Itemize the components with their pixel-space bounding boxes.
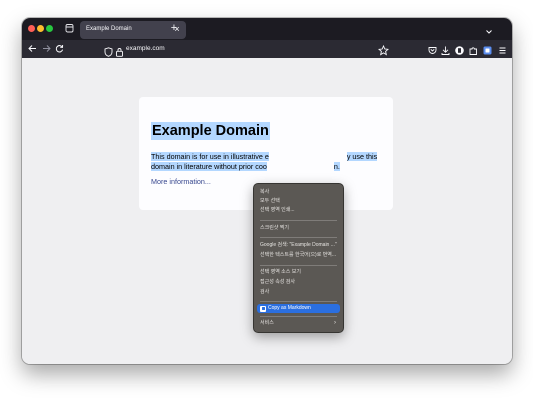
menu-hamburger-icon[interactable] bbox=[497, 43, 508, 54]
menu-item-print-selection[interactable]: 선택 영역 인쇄... bbox=[257, 206, 340, 215]
menu-item-label: 선택 영역 소스 보기 bbox=[260, 269, 301, 275]
address-bar[interactable]: example.com bbox=[100, 42, 395, 57]
window-maximize-button[interactable] bbox=[46, 25, 53, 32]
menu-item-label: 선택한 텍스트를 한국어(으)로 번역... bbox=[260, 252, 337, 258]
extensions-puzzle-icon[interactable] bbox=[468, 43, 479, 55]
markdown-extension-icon bbox=[260, 305, 266, 312]
menu-item-label: 서비스 bbox=[260, 320, 274, 326]
menu-item-translate[interactable]: 선택한 텍스트를 한국어(으)로 번역... bbox=[257, 251, 340, 260]
page-paragraph: This domain is for use in illustrative e… bbox=[151, 152, 381, 172]
menu-separator bbox=[260, 316, 337, 317]
copy-as-markdown-extension-icon[interactable] bbox=[482, 43, 493, 55]
menu-item-copy[interactable]: 복사 bbox=[257, 188, 340, 197]
more-information-link[interactable]: More information... bbox=[151, 177, 211, 187]
menu-item-label: 선택 영역 인쇄... bbox=[260, 207, 295, 213]
menu-separator bbox=[260, 301, 337, 302]
context-menu: 복사 모두 선택 선택 영역 인쇄... 스크린샷 찍기 Google 검색: … bbox=[253, 183, 344, 333]
menu-item-services[interactable]: 서비스 › bbox=[257, 319, 340, 328]
menu-item-screenshot[interactable]: 스크린샷 찍기 bbox=[257, 224, 340, 233]
bookmark-star-icon[interactable] bbox=[377, 43, 390, 56]
menu-item-label: Google 검색: "Example Domain ..." bbox=[260, 242, 337, 248]
tab-bar: Example Domain × + bbox=[22, 18, 512, 40]
menu-item-select-all[interactable]: 모두 선택 bbox=[257, 197, 340, 206]
menu-item-copy-as-markdown[interactable]: Copy as Markdown bbox=[257, 304, 340, 313]
menu-separator bbox=[260, 220, 337, 221]
menu-item-inspect[interactable]: 검사 bbox=[257, 288, 340, 297]
menu-item-label: 검사 bbox=[260, 289, 270, 295]
tab-overview-icon[interactable] bbox=[65, 23, 75, 34]
window-minimize-button[interactable] bbox=[37, 25, 44, 32]
paragraph-text-start: This domain is for use in illustrative e bbox=[151, 152, 269, 161]
menu-separator bbox=[260, 265, 337, 266]
paragraph-line2-start: domain in literature without prior coo bbox=[151, 162, 267, 171]
url-text: example.com bbox=[126, 45, 165, 52]
tracking-shield-icon[interactable] bbox=[104, 44, 113, 57]
navigation-toolbar: example.com bbox=[22, 40, 512, 58]
new-tab-button[interactable]: + bbox=[168, 22, 180, 35]
menu-item-label: 모두 선택 bbox=[260, 198, 280, 204]
extension-badge-icon[interactable] bbox=[454, 43, 465, 55]
web-content-area: Example Domain This domain is for use in… bbox=[22, 58, 512, 364]
menu-item-label: 접근성 속성 검사 bbox=[260, 279, 295, 285]
tab-list-chevron-down-icon[interactable] bbox=[484, 24, 494, 34]
browser-window: Example Domain × + example.com Example D… bbox=[22, 18, 512, 364]
menu-separator bbox=[260, 237, 337, 238]
menu-item-google-search[interactable]: Google 검색: "Example Domain ..." bbox=[257, 241, 340, 250]
menu-item-label: 복사 bbox=[260, 189, 270, 195]
forward-arrow-icon[interactable] bbox=[40, 43, 52, 55]
download-icon[interactable] bbox=[440, 43, 451, 55]
reload-icon[interactable] bbox=[53, 43, 65, 55]
menu-item-label: Copy as Markdown bbox=[268, 305, 311, 311]
pocket-icon[interactable] bbox=[427, 43, 438, 54]
window-close-button[interactable] bbox=[28, 25, 35, 32]
menu-item-label: 스크린샷 찍기 bbox=[260, 225, 289, 231]
back-arrow-icon[interactable] bbox=[26, 43, 38, 55]
lock-icon[interactable] bbox=[115, 44, 124, 57]
menu-item-inspect-accessibility[interactable]: 접근성 속성 검사 bbox=[257, 278, 340, 287]
menu-item-view-selection-source[interactable]: 선택 영역 소스 보기 bbox=[257, 268, 340, 277]
page-heading: Example Domain bbox=[151, 122, 270, 140]
tab-title: Example Domain bbox=[86, 26, 132, 32]
paragraph-line2-end: n. bbox=[333, 162, 340, 171]
paragraph-text-end: y use this bbox=[346, 152, 378, 161]
submenu-chevron-right-icon: › bbox=[334, 320, 336, 326]
